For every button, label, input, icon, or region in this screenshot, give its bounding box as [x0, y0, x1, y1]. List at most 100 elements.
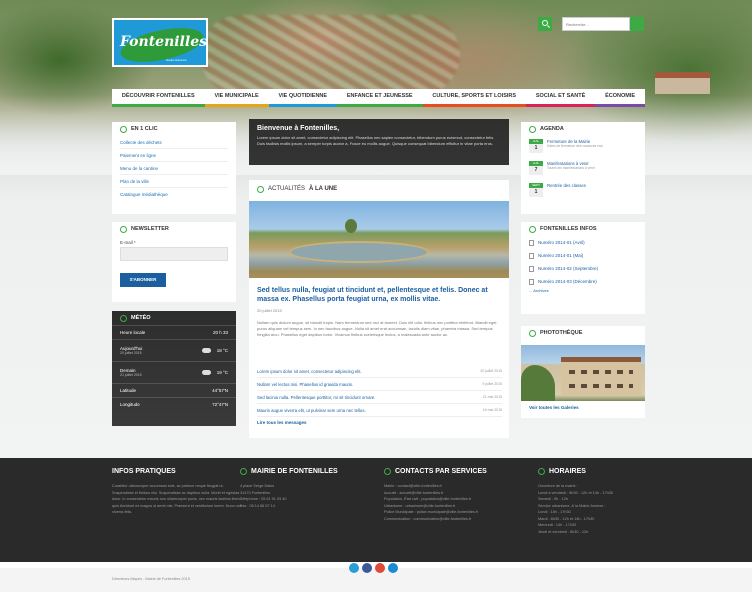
quick-link[interactable]: Plan de la ville — [120, 175, 228, 188]
newsletter-panel: NEWSLETTER E-mail * S'ABONNER — [112, 222, 236, 302]
click-icon — [120, 125, 127, 133]
logo-tagline: Haute-Garonne — [166, 58, 187, 62]
footer-pratiques-text: Curabitur ullamcorper accumsan erat, ac … — [112, 484, 243, 514]
quick-links-panel: EN 1 CLIC Collecte des déchets Paiement … — [112, 122, 236, 214]
quick-link[interactable]: Paiement en ligne — [120, 149, 228, 162]
calendar-icon — [529, 125, 536, 133]
googleplus-icon[interactable] — [375, 563, 385, 573]
footer-mairie: MAIRIE DE FONTENILLES 4 place Serge Dalo… — [240, 468, 338, 508]
news-list-item[interactable]: Lorem ipsum dolor sit amet, consectetur … — [257, 365, 502, 378]
nav-item-vie-municipale[interactable]: VIE MUNICIPALE — [204, 89, 269, 107]
nav-item-culture[interactable]: CULTURE, SPORTS ET LOISIRS — [422, 89, 526, 107]
cloud-icon — [201, 348, 211, 353]
nav-item-decouvrir[interactable]: DÉCOUVRIR FONTENILLES — [112, 89, 205, 107]
weather-row: Demain 21 juillet 2015 19 °C — [112, 361, 236, 383]
weather-row: Longitude 72°47'N — [112, 397, 236, 411]
cloud-icon — [201, 370, 211, 375]
news-icon — [257, 185, 264, 193]
agenda-panel: AGENDA JUIL 1 Fermeture de la Mairie Dates … — [521, 122, 645, 214]
agenda-event[interactable]: SEPT 1 Rentrée des classes — [521, 180, 645, 202]
welcome-title: Bienvenue à Fontenilles, — [257, 125, 340, 132]
linkedin-icon[interactable] — [388, 563, 398, 573]
infos-item[interactable]: Numéro 2014-01 (Avril) — [521, 236, 645, 249]
news-list-item[interactable]: Mauris augue viverra elit, ut pulvinar s… — [257, 404, 502, 417]
clock-icon — [538, 468, 545, 475]
footer-horaires: HORAIRES Ouverture de la mairie : Lundi … — [538, 468, 613, 534]
search-icon[interactable] — [538, 17, 552, 31]
weather-title: MÉTÉO — [131, 315, 151, 321]
subscribe-button[interactable]: S'ABONNER — [120, 273, 166, 287]
archives-link[interactable]: ... Archives — [521, 288, 645, 293]
weather-row: Latitude 44°57'N — [112, 383, 236, 397]
infos-title: FONTENILLES INFOS — [540, 226, 597, 232]
gallery-photo[interactable] — [521, 345, 645, 401]
nav-item-economie[interactable]: ÉCONOMIE — [595, 89, 645, 107]
photos-title: PHOTOTHÈQUE — [540, 330, 583, 336]
camera-icon — [529, 329, 536, 337]
news-list: Lorem ipsum dolor sit amet, consectetur … — [257, 365, 502, 417]
facebook-icon[interactable] — [362, 563, 372, 573]
file-icon — [529, 239, 534, 246]
all-galleries-link[interactable]: Voir toutes les Galeries — [529, 405, 579, 410]
site-logo[interactable]: Fontenilles Haute-Garonne — [112, 18, 208, 67]
agenda-title: AGENDA — [540, 126, 564, 132]
newsletter-title: NEWSLETTER — [131, 226, 169, 232]
news-list-item[interactable]: Sed lacinia nulla. Pellentesque porttito… — [257, 391, 502, 404]
quick-link[interactable]: Catalogue médiathèque — [120, 188, 228, 201]
agenda-event[interactable]: JUIL 7 Manifestations à venir Toutes les ma… — [521, 158, 645, 180]
photo-library-panel: PHOTOTHÈQUE Voir toutes les Galeries — [521, 326, 645, 418]
footer: INFOS PRATIQUES Curabitur ullamcorper ac… — [0, 458, 752, 562]
newsletter-icon — [120, 225, 127, 233]
building-icon — [240, 468, 247, 475]
news-photo[interactable] — [249, 201, 509, 278]
news-title-prefix: ACTUALITÉS — [268, 186, 306, 192]
welcome-text: Lorem ipsum dolor sit amet, consectetur … — [257, 135, 495, 146]
social-links — [349, 563, 398, 573]
nav-item-social[interactable]: SOCIAL ET SANTÉ — [525, 89, 596, 107]
file-icon — [529, 278, 534, 285]
agenda-event[interactable]: JUIL 1 Fermeture de la Mairie Dates de ferm… — [521, 136, 645, 158]
email-label: E-mail * — [120, 240, 136, 245]
infos-item[interactable]: Numéro 2014-01 (Mai) — [521, 249, 645, 262]
footer-mairie-title: MAIRIE DE FONTENILLES — [251, 468, 338, 475]
village-roofs — [200, 15, 460, 95]
main-navigation: DÉCOUVRIR FONTENILLES VIE MUNICIPALE VIE… — [112, 89, 645, 107]
footer-contacts: CONTACTS PAR SERVICES Mairie : contact@v… — [384, 468, 487, 521]
news-body: Nullam quis dictum augue, sit blandit tu… — [257, 320, 497, 337]
infos-item[interactable]: Numéro 2014-03 (Décembre) — [521, 275, 645, 288]
contact-icon — [384, 468, 391, 475]
file-icon — [529, 252, 534, 259]
weather-row: Heure locale 20 h 33 — [112, 325, 236, 339]
logo-name: Fontenilles — [120, 34, 207, 50]
news-panel: ACTUALITÉS À LA UNE Sed tellus nulla, fe… — [249, 180, 509, 438]
weather-panel: MÉTÉO Heure locale 20 h 33 Aujourd'hui 20 … — [112, 311, 236, 426]
email-field[interactable] — [120, 247, 228, 261]
all-news-link[interactable]: Lire tous les messages — [257, 420, 307, 425]
thermometer-icon — [120, 314, 127, 322]
news-date: 20 juillet 2015 — [257, 308, 282, 313]
twitter-icon[interactable] — [349, 563, 359, 573]
infos-item[interactable]: Numéro 2014-02 (Septembre) — [521, 262, 645, 275]
news-headline[interactable]: Sed tellus nulla, feugiat ut tincidunt e… — [257, 286, 502, 304]
search-bar — [538, 17, 646, 31]
footer-pratiques: INFOS PRATIQUES Curabitur ullamcorper ac… — [112, 468, 242, 516]
footer-contacts-title: CONTACTS PAR SERVICES — [395, 468, 487, 475]
news-title-bold: À LA UNE — [309, 186, 338, 192]
copyright: Directeurs Mapeo - Mairie de Fontenilles… — [112, 577, 190, 581]
infos-panel: FONTENILLES INFOS Numéro 2014-01 (Avril)… — [521, 222, 645, 314]
quick-links-title: EN 1 CLIC — [131, 126, 158, 132]
footer-horaires-title: HORAIRES — [549, 468, 586, 475]
news-list-item[interactable]: Nullam vel lectus nisi. Phasellus id gra… — [257, 378, 502, 391]
document-icon — [529, 225, 536, 233]
quick-link[interactable]: Collecte des déchets — [120, 136, 228, 149]
search-submit-button[interactable] — [630, 17, 644, 31]
footer-pratiques-title: INFOS PRATIQUES — [112, 468, 176, 475]
nav-item-enfance[interactable]: ENFANCE ET JEUNESSE — [336, 89, 423, 107]
house-illustration — [655, 72, 710, 94]
welcome-box: Bienvenue à Fontenilles, Lorem ipsum dol… — [249, 119, 509, 165]
file-icon — [529, 265, 534, 272]
quick-link[interactable]: Menu de la cantine — [120, 162, 228, 175]
search-input[interactable] — [562, 17, 630, 31]
nav-item-vie-quotidienne[interactable]: VIE QUOTIDIENNE — [268, 89, 337, 107]
weather-row: Aujourd'hui 20 juillet 2015 18 °C — [112, 339, 236, 361]
